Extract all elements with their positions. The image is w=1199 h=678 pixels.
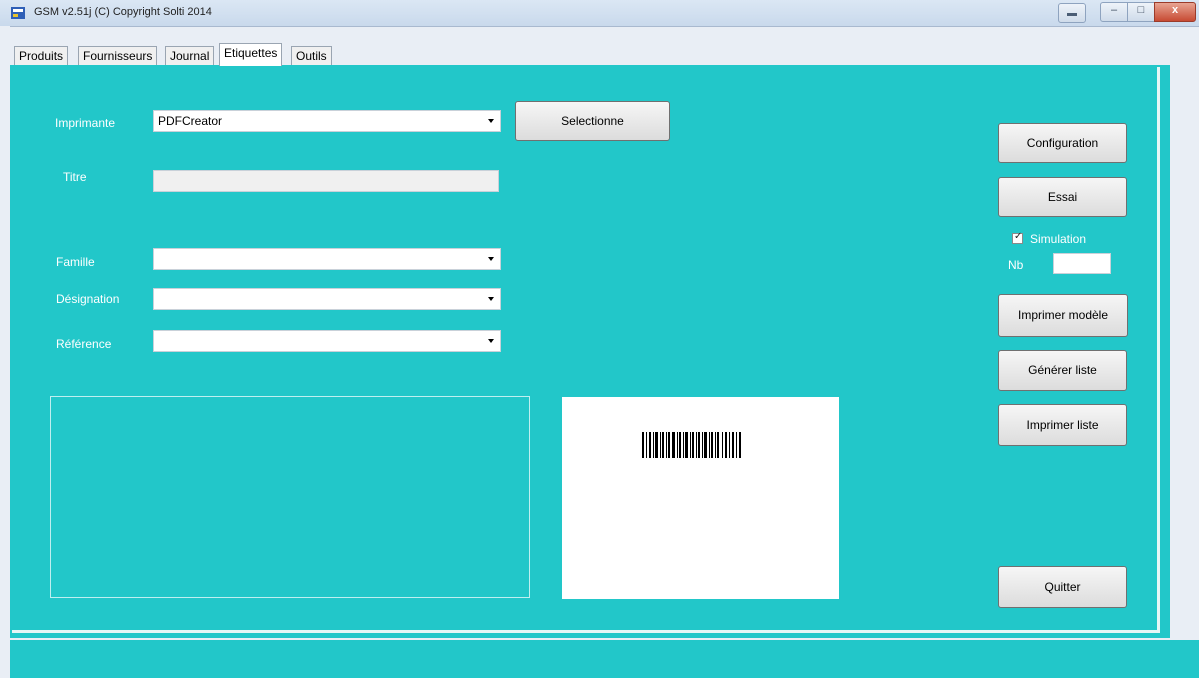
nb-field[interactable] [1053, 253, 1111, 274]
reference-label: Référence [56, 337, 112, 351]
nb-label: Nb [1008, 258, 1024, 272]
simulation-checkbox[interactable]: ✓ [1012, 231, 1023, 244]
simulation-label: Simulation [1030, 232, 1087, 246]
family-combo[interactable] [153, 248, 501, 270]
gsm-app-icon [11, 7, 25, 19]
barcode-icon [642, 432, 741, 458]
essai-label: Essai [1047, 190, 1078, 204]
close-button[interactable]: x [1154, 2, 1196, 22]
printer-combo[interactable]: PDFCreator [153, 110, 501, 132]
window-left-edge [0, 26, 10, 678]
window-title: GSM v2.51j (C) Copyright Solti 2014 [34, 6, 212, 18]
print-list-button[interactable]: Imprimer liste [998, 404, 1127, 446]
designation-label: Désignation [56, 292, 120, 306]
essai-button[interactable]: Essai [998, 177, 1127, 217]
window-titlebar: GSM v2.51j (C) Copyright Solti 2014 – □ … [0, 0, 1199, 27]
window-controls: – □ x [1100, 2, 1196, 22]
select-printer-button[interactable]: Selectionne [515, 101, 670, 141]
tab-outils[interactable]: Outils [291, 46, 332, 65]
title-label: Titre [63, 170, 87, 184]
generate-list-button[interactable]: Générer liste [998, 350, 1127, 391]
designation-combo[interactable] [153, 288, 501, 310]
printer-value: PDFCreator [158, 114, 223, 128]
generate-list-label: Générer liste [1028, 363, 1097, 377]
tab-fournisseurs[interactable]: Fournisseurs [78, 46, 158, 65]
chevron-down-icon [488, 119, 494, 123]
configuration-button[interactable]: Configuration [998, 123, 1127, 163]
configuration-label: Configuration [1026, 136, 1099, 150]
tab-produits[interactable]: Produits [14, 46, 69, 65]
family-label: Famille [56, 255, 95, 269]
reference-combo[interactable] [153, 330, 501, 352]
label-list[interactable] [50, 396, 530, 598]
printer-label: Imprimante [55, 116, 116, 130]
title-field[interactable] [153, 170, 499, 192]
quit-button[interactable]: Quitter [998, 566, 1127, 608]
close-icon: x [1171, 4, 1179, 16]
maximize-icon: □ [1137, 4, 1145, 16]
check-icon: ✓ [1014, 231, 1023, 242]
tab-etiquettes[interactable]: Etiquettes [219, 43, 283, 66]
minimize-icon: – [1110, 4, 1118, 16]
chevron-down-icon [488, 297, 494, 301]
status-area [10, 640, 1199, 678]
print-model-label: Imprimer modèle [1017, 308, 1109, 322]
select-printer-label: Selectionne [561, 114, 624, 128]
print-model-button[interactable]: Imprimer modèle [998, 294, 1128, 337]
chevron-down-icon [488, 339, 494, 343]
minimize-button[interactable]: – [1100, 2, 1128, 22]
quit-label: Quitter [1044, 580, 1081, 594]
print-list-label: Imprimer liste [1026, 418, 1099, 432]
maximize-button[interactable]: □ [1127, 2, 1155, 22]
minimize-secondary-button[interactable] [1058, 3, 1086, 23]
label-preview [562, 397, 839, 599]
tab-journal[interactable]: Journal [165, 46, 215, 65]
chevron-down-icon [488, 257, 494, 261]
